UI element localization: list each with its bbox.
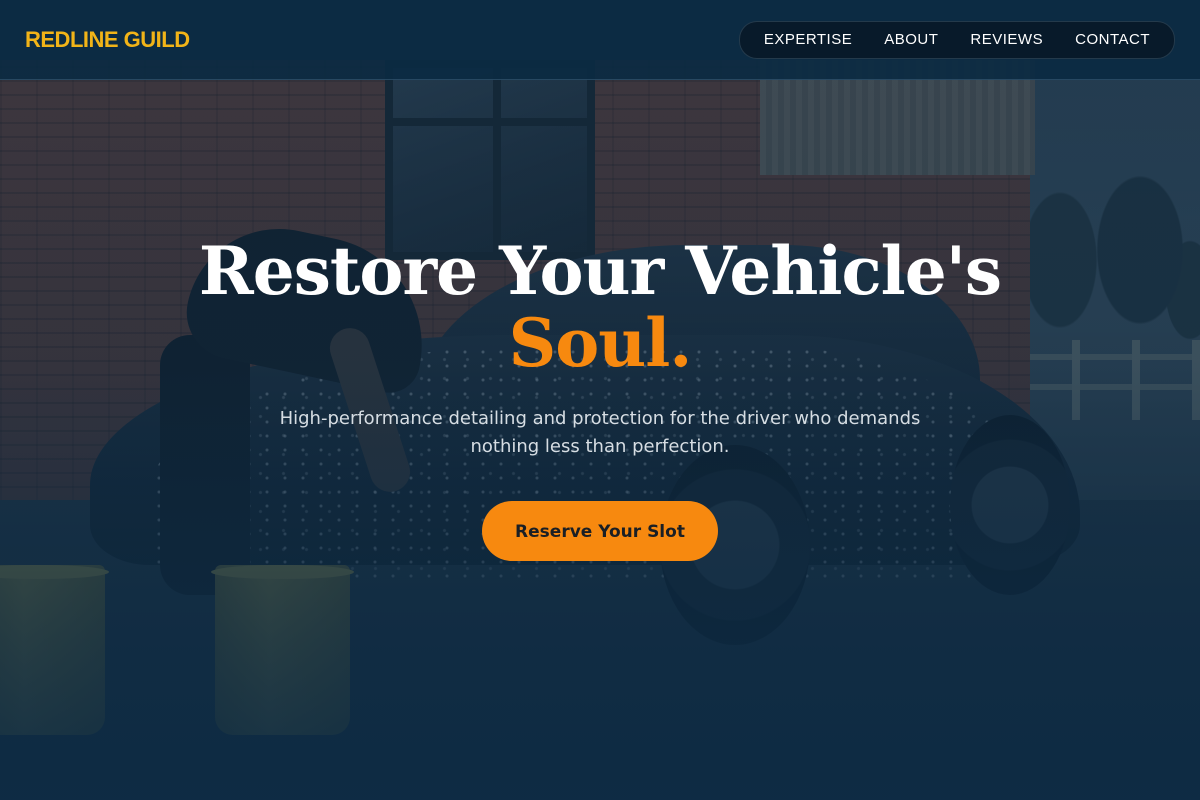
- hero-subtitle: High-performance detailing and protectio…: [279, 408, 921, 457]
- hero-headline-line1: Restore Your Vehicle's: [198, 232, 1002, 310]
- reserve-slot-button[interactable]: Reserve Your Slot: [482, 501, 718, 561]
- site-header: REDLINE GUILD EXPERTISE ABOUT REVIEWS CO…: [0, 0, 1200, 80]
- nav-item-contact[interactable]: CONTACT: [1059, 31, 1166, 48]
- nav-item-about[interactable]: ABOUT: [868, 31, 954, 48]
- hero-headline: Restore Your Vehicle's Soul.: [0, 235, 1200, 379]
- hero-headline-accent: Soul.: [508, 304, 693, 382]
- nav-item-reviews[interactable]: REVIEWS: [954, 31, 1059, 48]
- hero-section: Restore Your Vehicle's Soul. High-perfor…: [0, 235, 1200, 561]
- nav-item-expertise[interactable]: EXPERTISE: [748, 31, 868, 48]
- main-nav: EXPERTISE ABOUT REVIEWS CONTACT: [738, 20, 1175, 59]
- brand-logo[interactable]: REDLINE GUILD: [25, 27, 190, 53]
- landing-page: REDLINE GUILD EXPERTISE ABOUT REVIEWS CO…: [0, 0, 1200, 800]
